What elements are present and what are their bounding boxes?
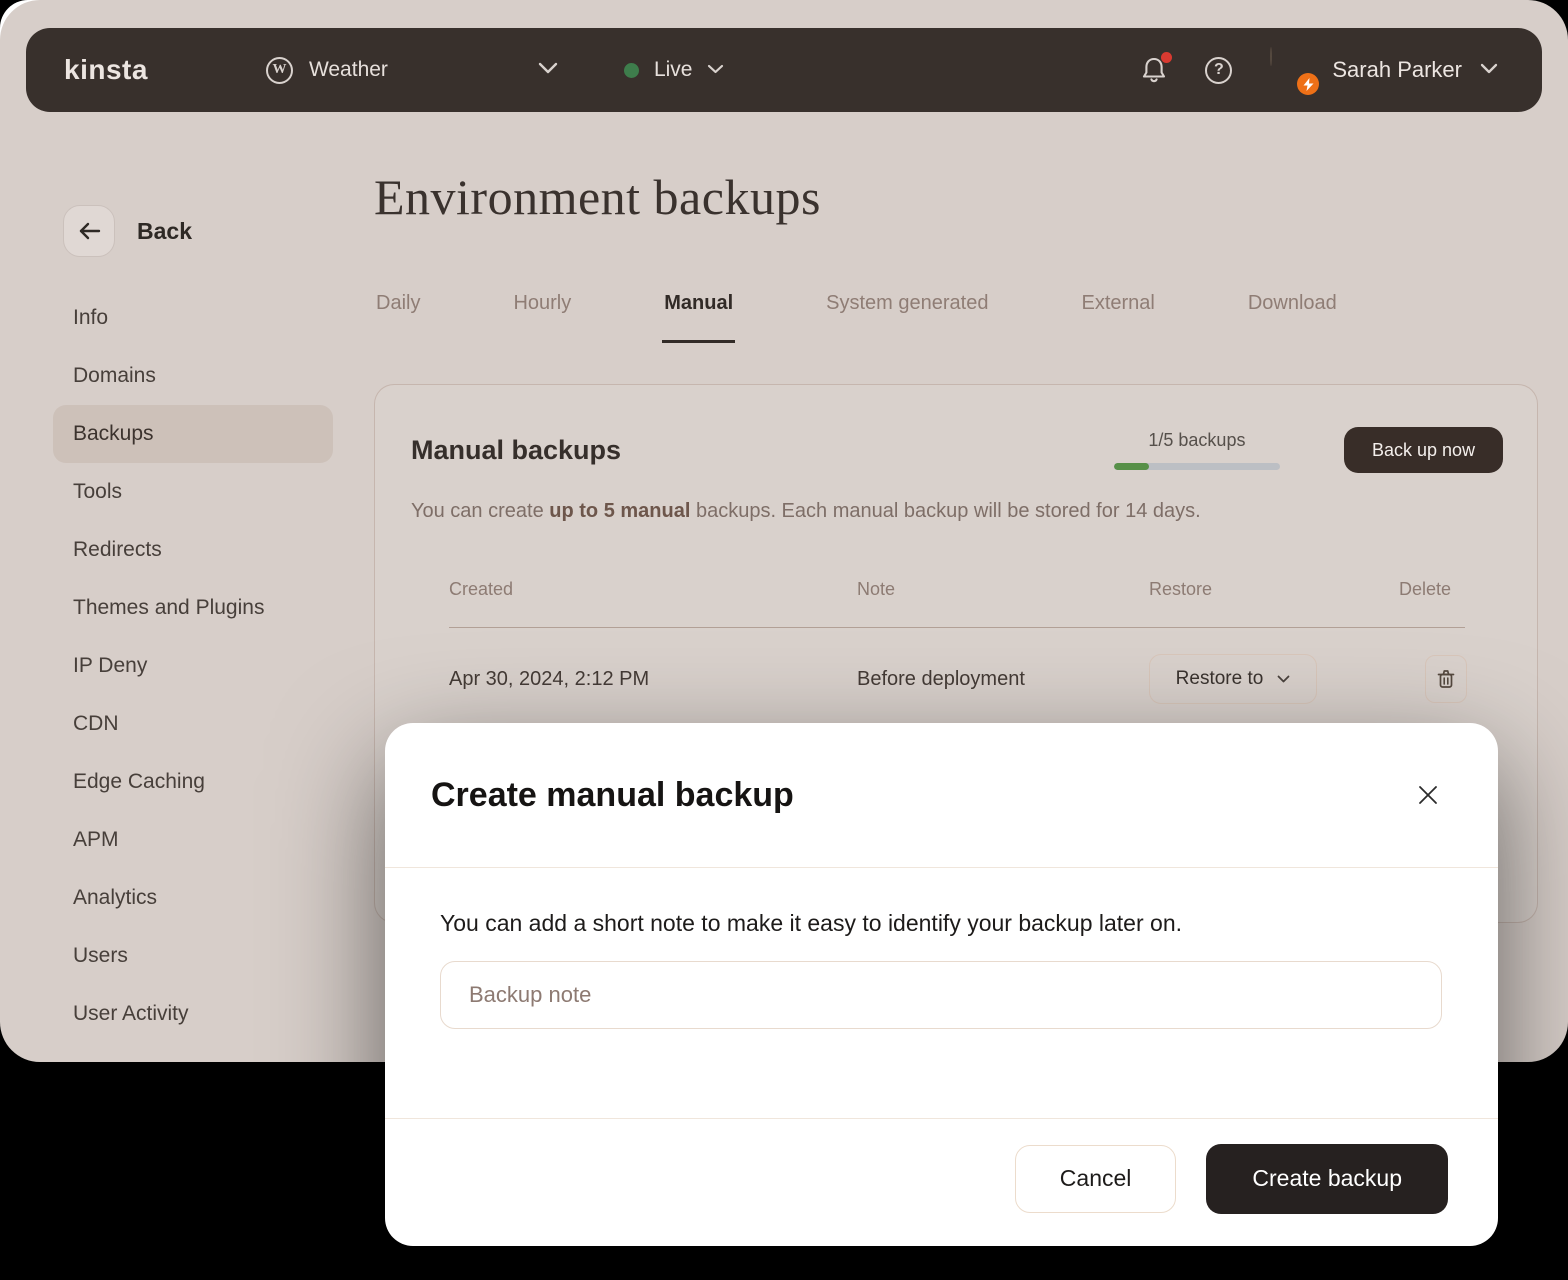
- modal-title: Create manual backup: [431, 776, 794, 815]
- environment-selector-dropdown[interactable]: Live: [624, 58, 725, 82]
- backup-note-cell: Before deployment: [857, 668, 1149, 691]
- tab-hourly[interactable]: Hourly: [511, 292, 573, 343]
- table-header-row: Created Note Restore Delete: [449, 579, 1465, 600]
- backup-created-cell: Apr 30, 2024, 2:12 PM: [449, 668, 857, 691]
- card-header-right: 1/5 backups Back up now: [1114, 427, 1503, 473]
- backup-note-input[interactable]: [440, 961, 1442, 1029]
- screen: kinsta W Weather Live: [0, 0, 1568, 1280]
- wordpress-icon: W: [266, 57, 293, 84]
- sidebar-item-info[interactable]: Info: [53, 289, 333, 347]
- backups-table: Created Note Restore Delete Apr 30, 2024…: [411, 579, 1503, 704]
- modal-footer: Cancel Create backup: [385, 1118, 1498, 1246]
- sidebar-item-redirects[interactable]: Redirects: [53, 521, 333, 579]
- kinsta-logo[interactable]: kinsta: [64, 54, 148, 86]
- create-manual-backup-modal: Create manual backup You can add a short…: [385, 723, 1498, 1246]
- chevron-down-icon: [538, 61, 558, 79]
- help-icon: ?: [1205, 57, 1232, 84]
- restore-to-label: Restore to: [1176, 668, 1264, 690]
- column-header-delete: Delete: [1399, 579, 1465, 600]
- sidebar-item-users[interactable]: Users: [53, 927, 333, 985]
- live-status-dot: [624, 63, 639, 78]
- modal-description: You can add a short note to make it easy…: [440, 910, 1443, 937]
- sidebar: Back Info Domains Backups Tools Redirect…: [53, 205, 333, 1043]
- avatar: [1270, 48, 1314, 92]
- sidebar-item-user-activity[interactable]: User Activity: [53, 985, 333, 1043]
- sidebar-item-backups[interactable]: Backups: [53, 405, 333, 463]
- page-title: Environment backups: [374, 168, 1538, 226]
- description-bold: up to 5 manual: [549, 500, 690, 522]
- chevron-down-icon: [1277, 675, 1290, 683]
- restore-to-dropdown[interactable]: Restore to: [1149, 654, 1317, 704]
- top-navbar: kinsta W Weather Live: [26, 28, 1542, 112]
- usage-progress-bar: [1114, 463, 1280, 470]
- card-title: Manual backups: [411, 435, 621, 466]
- environment-name: Live: [654, 58, 693, 82]
- column-header-created: Created: [449, 579, 857, 600]
- avatar-photo: [1270, 47, 1272, 66]
- trash-icon: [1437, 669, 1455, 689]
- usage-label: 1/5 backups: [1148, 430, 1245, 451]
- close-button[interactable]: [1410, 777, 1446, 813]
- tab-external[interactable]: External: [1079, 292, 1156, 343]
- modal-header: Create manual backup: [385, 723, 1498, 868]
- notifications-button[interactable]: [1141, 56, 1167, 84]
- site-name: Weather: [309, 58, 388, 82]
- sidebar-item-ip-deny[interactable]: IP Deny: [53, 637, 333, 695]
- close-icon: [1417, 784, 1439, 806]
- table-divider: [449, 627, 1465, 628]
- user-name: Sarah Parker: [1332, 57, 1462, 83]
- back-label: Back: [137, 218, 192, 245]
- tab-system-generated[interactable]: System generated: [824, 292, 990, 343]
- chevron-down-icon: [1480, 61, 1498, 79]
- tab-manual[interactable]: Manual: [662, 292, 735, 343]
- notification-dot: [1161, 52, 1172, 63]
- sidebar-item-domains[interactable]: Domains: [53, 347, 333, 405]
- chevron-down-icon: [707, 61, 724, 79]
- back-up-now-button[interactable]: Back up now: [1344, 427, 1503, 473]
- card-header: Manual backups 1/5 backups Back up now: [411, 427, 1503, 473]
- tab-daily[interactable]: Daily: [374, 292, 422, 343]
- create-backup-button[interactable]: Create backup: [1206, 1144, 1448, 1214]
- column-header-restore: Restore: [1149, 579, 1399, 600]
- description-prefix: You can create: [411, 500, 549, 522]
- usage-progress-fill: [1114, 463, 1149, 470]
- lightning-badge-icon: [1297, 73, 1319, 95]
- back-navigation[interactable]: Back: [63, 205, 333, 257]
- user-menu[interactable]: Sarah Parker: [1270, 48, 1498, 92]
- cancel-button[interactable]: Cancel: [1015, 1145, 1177, 1213]
- delete-backup-button[interactable]: [1425, 655, 1467, 703]
- modal-body: You can add a short note to make it easy…: [385, 868, 1498, 1118]
- site-selector-dropdown[interactable]: W Weather: [266, 57, 558, 84]
- back-button[interactable]: [63, 205, 115, 257]
- description-suffix: backups. Each manual backup will be stor…: [690, 500, 1200, 522]
- sidebar-item-themes-and-plugins[interactable]: Themes and Plugins: [53, 579, 333, 637]
- sidebar-item-tools[interactable]: Tools: [53, 463, 333, 521]
- sidebar-item-cdn[interactable]: CDN: [53, 695, 333, 753]
- backup-delete-cell: [1399, 655, 1467, 703]
- tab-download[interactable]: Download: [1246, 292, 1339, 343]
- column-header-note: Note: [857, 579, 1149, 600]
- table-row: Apr 30, 2024, 2:12 PM Before deployment …: [449, 654, 1465, 704]
- help-button[interactable]: ?: [1205, 57, 1232, 84]
- navbar-right: ? Sarah Parker: [1141, 48, 1498, 92]
- sidebar-item-apm[interactable]: APM: [53, 811, 333, 869]
- backup-usage: 1/5 backups: [1114, 430, 1280, 470]
- backup-restore-cell: Restore to: [1149, 654, 1399, 704]
- arrow-left-icon: [77, 221, 101, 241]
- sidebar-item-edge-caching[interactable]: Edge Caching: [53, 753, 333, 811]
- sidebar-item-analytics[interactable]: Analytics: [53, 869, 333, 927]
- site-selector-label: W Weather: [266, 57, 538, 84]
- card-description: You can create up to 5 manual backups. E…: [411, 500, 1503, 523]
- backup-tabs: Daily Hourly Manual System generated Ext…: [374, 292, 1538, 343]
